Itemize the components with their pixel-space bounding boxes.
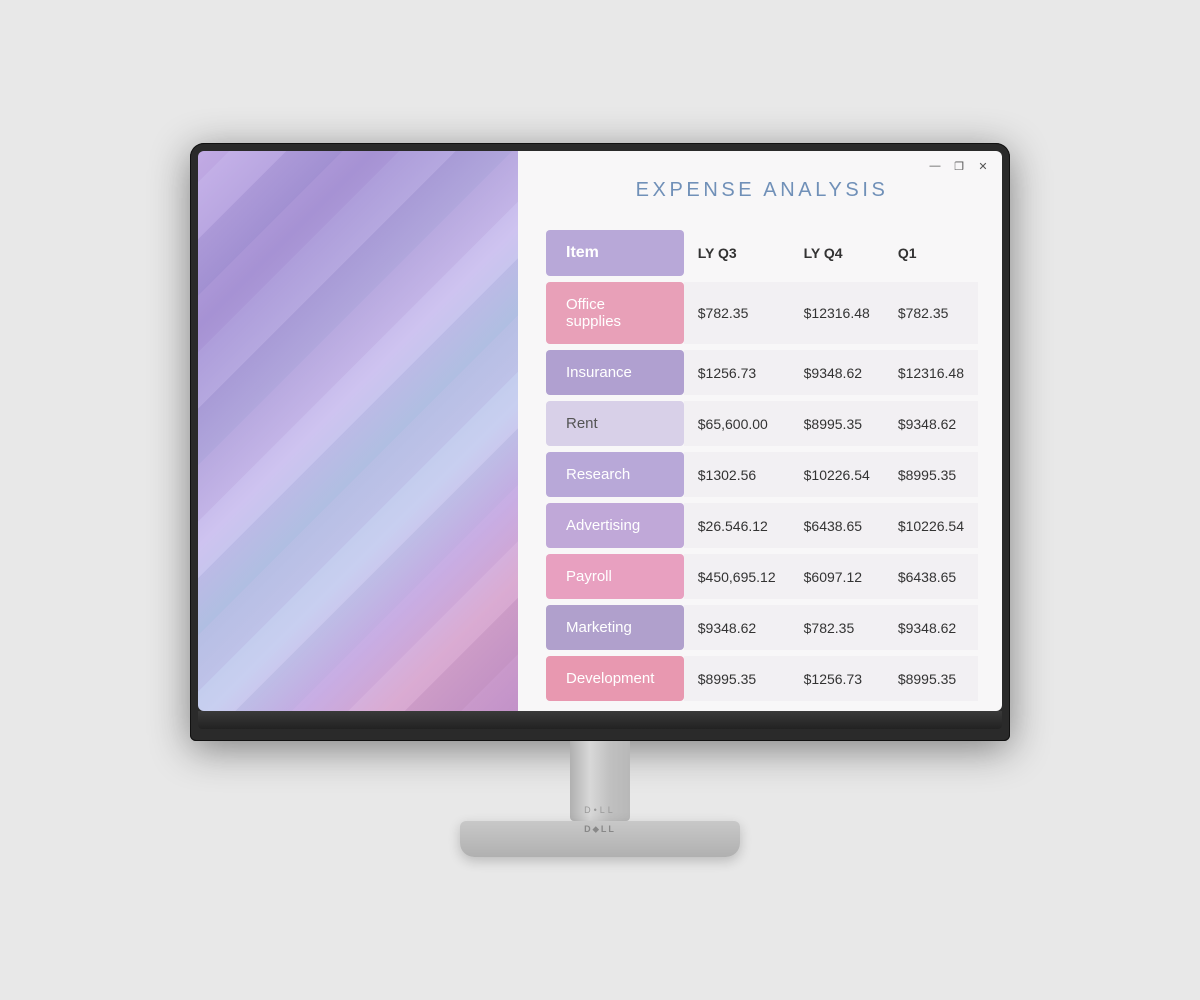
cell-value: $65,600.00 [684,401,790,446]
col-header-item: Item [546,230,684,276]
table-header-row: Item LY Q3 LY Q4 Q1 [546,230,978,276]
table-row: Office supplies$782.35$12316.48$782.35 [546,282,978,344]
col-header-lyq3: LY Q3 [684,230,790,276]
cell-value: $12316.48 [790,282,884,344]
cell-value: $782.35 [884,282,978,344]
minimize-button[interactable]: — [926,157,944,175]
cell-value: $1256.73 [790,656,884,701]
table-row: Development$8995.35$1256.73$8995.35 [546,656,978,701]
page-title: EXPENSE ANALYSIS [546,179,978,202]
cell-value: $782.35 [790,605,884,650]
content-panel: EXPENSE ANALYSIS Item LY Q3 LY Q4 Q1 Off… [518,151,1002,711]
cell-item: Rent [546,401,684,446]
cell-value: $8995.35 [884,656,978,701]
decorative-panel [198,151,518,711]
cell-value: $12316.48 [884,350,978,395]
monitor: — ❐ ✕ EXPENSE ANALYSIS Item LY Q3 LY Q4 … [190,143,1010,857]
cell-value: $10226.54 [884,503,978,548]
cell-value: $6097.12 [790,554,884,599]
cell-value: $8995.35 [790,401,884,446]
cell-item: Office supplies [546,282,684,344]
dell-logo: D•LL [460,805,740,815]
cell-item: Research [546,452,684,497]
cell-value: $6438.65 [790,503,884,548]
close-button[interactable]: ✕ [974,157,992,175]
monitor-chin [198,711,1002,729]
cell-item: Marketing [546,605,684,650]
table-row: Rent$65,600.00$8995.35$9348.62 [546,401,978,446]
titlebar: — ❐ ✕ [916,151,1002,181]
cell-item: Insurance [546,350,684,395]
monitor-screen: — ❐ ✕ EXPENSE ANALYSIS Item LY Q3 LY Q4 … [198,151,1002,711]
cell-item: Advertising [546,503,684,548]
table-row: Insurance$1256.73$9348.62$12316.48 [546,350,978,395]
cell-item: Development [546,656,684,701]
cell-value: $8995.35 [684,656,790,701]
cell-value: $9348.62 [884,401,978,446]
restore-button[interactable]: ❐ [950,157,968,175]
cell-value: $8995.35 [884,452,978,497]
cell-value: $1302.56 [684,452,790,497]
cell-value: $1256.73 [684,350,790,395]
monitor-bezel: — ❐ ✕ EXPENSE ANALYSIS Item LY Q3 LY Q4 … [190,143,1010,741]
table-row: Payroll$450,695.12$6097.12$6438.65 [546,554,978,599]
cell-value: $26.546.12 [684,503,790,548]
cell-item: Payroll [546,554,684,599]
cell-value: $10226.54 [790,452,884,497]
col-header-lyq4: LY Q4 [790,230,884,276]
table-row: Research$1302.56$10226.54$8995.35 [546,452,978,497]
col-header-q1: Q1 [884,230,978,276]
table-row: Advertising$26.546.12$6438.65$10226.54 [546,503,978,548]
table-row: Marketing$9348.62$782.35$9348.62 [546,605,978,650]
cell-value: $9348.62 [790,350,884,395]
cell-value: $6438.65 [884,554,978,599]
cell-value: $450,695.12 [684,554,790,599]
expense-table: Item LY Q3 LY Q4 Q1 Office supplies$782.… [546,224,978,707]
monitor-stand-base: D•LL [460,821,740,857]
cell-value: $782.35 [684,282,790,344]
cell-value: $9348.62 [684,605,790,650]
cell-value: $9348.62 [884,605,978,650]
